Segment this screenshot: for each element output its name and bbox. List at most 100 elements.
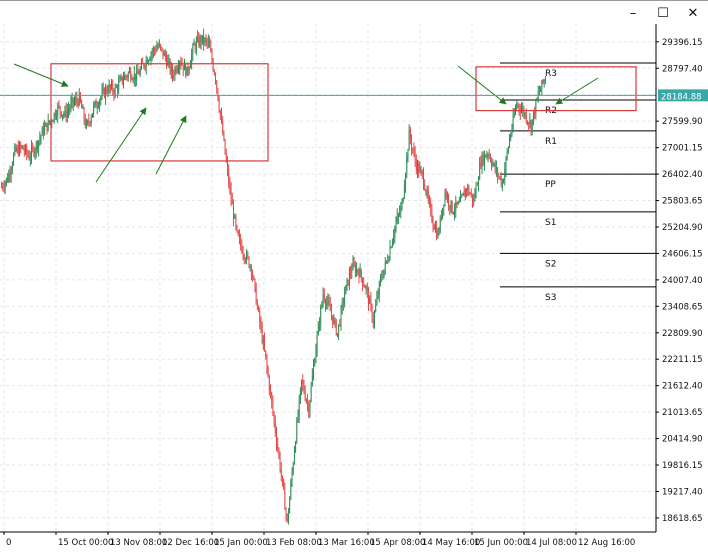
candle-body — [288, 513, 289, 521]
candle-body — [89, 122, 91, 124]
candle-body — [399, 212, 401, 215]
candle-body — [488, 154, 490, 157]
candle-body — [284, 489, 286, 510]
candle-body — [536, 98, 538, 101]
candle-body — [201, 35, 203, 43]
candle-body — [411, 139, 412, 149]
x-tick-label: 12 Dec 16:00 — [162, 538, 219, 548]
candle-body — [530, 120, 532, 132]
candle-body — [320, 307, 322, 325]
candle-body — [401, 202, 403, 207]
candle-body — [109, 85, 111, 88]
candle-body — [308, 403, 310, 414]
candle-body — [126, 76, 128, 78]
candle-body — [229, 183, 231, 189]
candle-body — [289, 498, 291, 514]
candle-body — [151, 52, 153, 54]
candle-body — [164, 52, 166, 58]
y-tick-label: 25204.90 — [662, 223, 703, 233]
candle-body — [499, 176, 501, 178]
candle-body — [518, 104, 520, 109]
candle-body — [129, 70, 130, 73]
x-tick-label: 15 Oct 00:00 — [58, 538, 113, 548]
candle-body — [54, 113, 56, 117]
y-tick-label: 22809.90 — [662, 329, 703, 339]
candle-body — [299, 388, 301, 399]
candle-body — [230, 188, 232, 201]
candle-body — [28, 155, 30, 160]
y-tick-label: 25803.65 — [662, 197, 703, 207]
candle-body — [339, 324, 341, 326]
candle-body — [175, 68, 177, 72]
candle-body — [337, 333, 338, 335]
candle-body — [106, 88, 108, 93]
candle-body — [313, 365, 314, 376]
candle-body — [115, 87, 117, 89]
candle-body — [511, 128, 513, 135]
candle-body — [363, 284, 365, 287]
candle-body — [53, 113, 55, 121]
maximize-icon[interactable]: ☐ — [650, 3, 676, 23]
candle-body — [166, 57, 167, 66]
candle-body — [26, 146, 28, 154]
candle-body — [377, 294, 379, 297]
close-icon[interactable]: ✕ — [680, 3, 706, 23]
candle-body — [211, 51, 213, 61]
candle-body — [409, 129, 411, 140]
candle-body — [172, 67, 173, 76]
candle-body — [265, 350, 267, 357]
candle-body — [403, 186, 405, 199]
candle-body — [474, 195, 476, 199]
candle-body — [326, 302, 328, 305]
y-tick-label: 20414.90 — [662, 435, 703, 445]
candle-body — [270, 390, 271, 393]
candle-body — [218, 99, 220, 111]
candle-body — [334, 319, 336, 321]
candle-body — [87, 120, 89, 124]
candle-body — [2, 186, 4, 188]
candle-body — [437, 232, 439, 238]
minimize-icon[interactable]: – — [620, 3, 646, 23]
candle-body — [480, 163, 482, 167]
candle-body — [353, 262, 355, 266]
candle-body — [345, 285, 347, 295]
pivot-label-r3: R3 — [545, 69, 557, 79]
candle-body — [62, 114, 63, 117]
candle-body — [256, 304, 258, 307]
candle-body — [493, 163, 495, 165]
candle-body — [198, 37, 200, 46]
candle-body — [66, 110, 68, 118]
candle-body — [388, 258, 390, 262]
candle-body — [392, 241, 393, 248]
y-tick-label: 19217.40 — [662, 487, 703, 497]
candle-body — [412, 148, 414, 151]
candle-body — [209, 41, 210, 48]
candle-body — [506, 151, 508, 158]
candle-body — [383, 269, 385, 278]
candle-body — [207, 41, 209, 43]
chart-area[interactable]: R3 R2 R1 PP S1 S2 S3 28184.88 29396.15 28797.40… — [0, 24, 708, 550]
candle-body — [127, 72, 129, 77]
candle-body — [423, 173, 424, 185]
candle-body — [491, 161, 493, 166]
candle-body — [93, 105, 95, 114]
x-tick-label: 15 Apr 08:00 — [370, 538, 425, 548]
candle-body — [487, 154, 489, 156]
candle-body — [205, 38, 207, 41]
candle-body — [9, 173, 11, 175]
candle-body — [328, 300, 330, 305]
candle-body — [213, 69, 215, 75]
candle-body — [507, 147, 509, 152]
candle-body — [260, 322, 262, 328]
candle-body — [452, 212, 454, 214]
candle-body — [83, 108, 85, 120]
candle-body — [246, 253, 248, 261]
candle-body — [179, 62, 181, 68]
y-tick-label: 27599.90 — [662, 117, 703, 127]
candle-body — [481, 154, 483, 167]
price-chart[interactable]: R3R2R1PPS1S2S3 28184.88 29396.1528797.40… — [0, 24, 708, 550]
candle-body — [405, 174, 406, 187]
candle-body — [136, 71, 138, 81]
arrow-4 — [457, 65, 507, 105]
candle-body — [242, 252, 244, 255]
